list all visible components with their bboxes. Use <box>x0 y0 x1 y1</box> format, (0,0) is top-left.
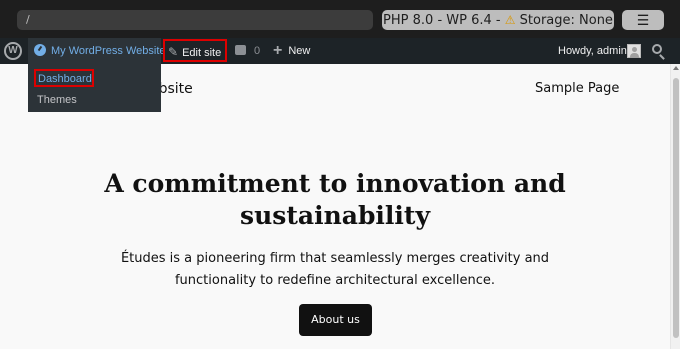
playground-toolbar: / PHP 8.0 - WP 6.4 - ⚠ Storage: None ☰ <box>0 0 680 38</box>
comments-button[interactable]: 0 <box>235 38 260 64</box>
hamburger-menu-button[interactable]: ☰ <box>622 10 664 30</box>
page-scrollbar[interactable] <box>670 64 680 349</box>
hero-description: Études is a pioneering firm that seamles… <box>120 251 550 288</box>
wp-admin-bar: W My WordPress Website ✎ Edit site 0 + New… <box>0 38 680 64</box>
site-name-menu[interactable]: My WordPress Website <box>28 38 166 64</box>
dropdown-item-themes[interactable]: Themes <box>34 92 77 110</box>
dashboard-icon <box>34 44 46 56</box>
wordpress-logo-icon[interactable]: W <box>4 42 22 60</box>
dropdown-item-dashboard[interactable]: Dashboard <box>34 69 94 87</box>
brush-icon: ✎ <box>168 45 179 59</box>
warning-icon: ⚠ <box>504 13 516 27</box>
edit-site-button[interactable]: ✎ Edit site <box>163 39 228 62</box>
site-name-label: My WordPress Website <box>51 45 166 57</box>
environment-label: PHP 8.0 - WP 6.4 - <box>383 13 501 28</box>
comment-bubble-icon <box>235 45 246 55</box>
comments-count: 0 <box>254 45 261 57</box>
search-icon[interactable] <box>652 44 662 54</box>
storage-label: Storage: None <box>519 13 613 28</box>
scrollbar-thumb[interactable] <box>673 78 679 338</box>
nav-link-sample-page[interactable]: Sample Page <box>535 81 619 96</box>
howdy-label: Howdy, admin <box>558 45 627 57</box>
scroll-up-arrow-icon[interactable] <box>673 66 679 70</box>
plus-icon: + <box>273 42 283 59</box>
environment-button[interactable]: PHP 8.0 - WP 6.4 - ⚠ Storage: None <box>382 10 614 30</box>
new-label: New <box>288 45 311 57</box>
hamburger-icon: ☰ <box>636 12 650 28</box>
new-content-button[interactable]: + New <box>273 38 310 64</box>
edit-site-label: Edit site <box>182 47 222 59</box>
site-name-dropdown: Dashboard Themes <box>28 64 161 112</box>
about-us-button[interactable]: About us <box>299 304 372 336</box>
url-field[interactable]: / <box>17 10 373 30</box>
account-menu[interactable]: Howdy, admin <box>558 38 627 64</box>
avatar[interactable] <box>627 44 641 58</box>
hero-heading: A commitment to innovation and sustainab… <box>104 169 566 230</box>
